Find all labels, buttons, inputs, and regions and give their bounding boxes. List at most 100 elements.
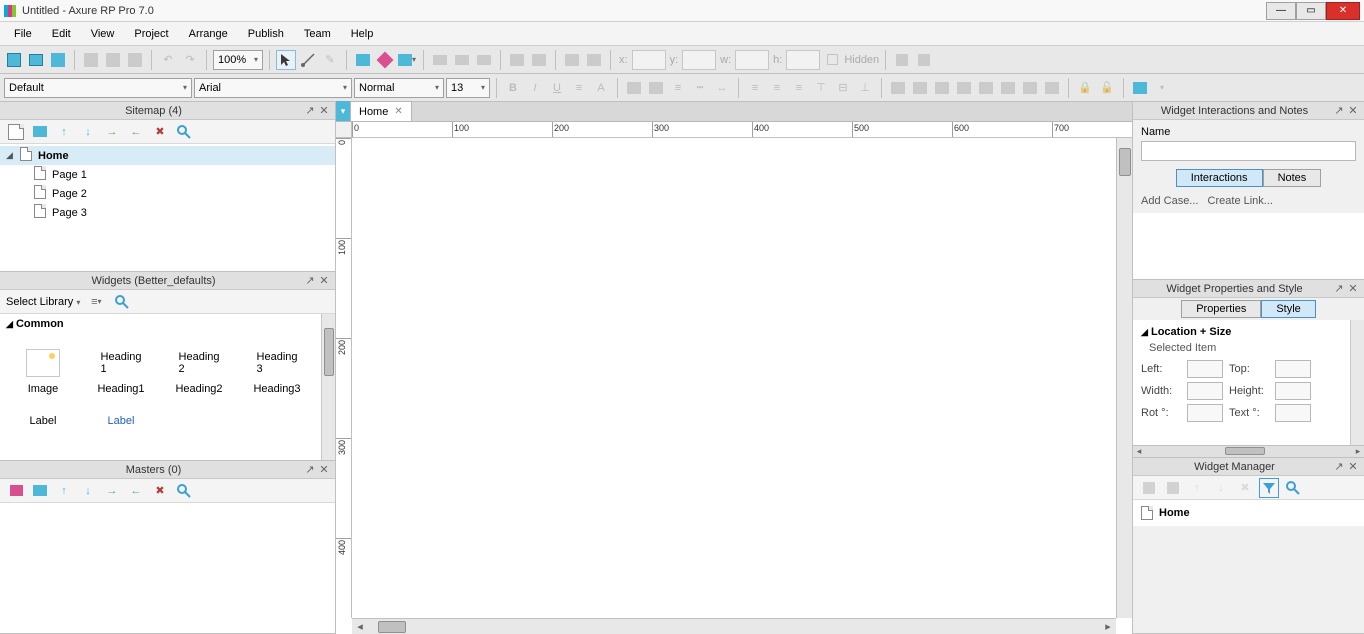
pen-icon[interactable]: ✎ xyxy=(320,50,340,70)
copy-icon[interactable] xyxy=(103,50,123,70)
sitemap-close-icon[interactable]: ✕ xyxy=(317,104,331,117)
unlock2-icon[interactable]: 🔓 xyxy=(1097,78,1117,98)
create-link-link[interactable]: Create Link... xyxy=(1208,195,1273,207)
tab-list-icon[interactable]: ▾ xyxy=(336,101,350,121)
fill-icon[interactable] xyxy=(624,78,644,98)
fontsize-dropdown[interactable]: 13▾ xyxy=(446,78,490,98)
cut-icon[interactable] xyxy=(81,50,101,70)
move-down-icon[interactable]: ↓ xyxy=(78,122,98,142)
preview-icon[interactable] xyxy=(353,50,373,70)
wm-down-icon[interactable]: ↓ xyxy=(1211,478,1231,498)
widget-name-input[interactable] xyxy=(1141,141,1356,161)
menu-help[interactable]: Help xyxy=(341,25,384,43)
share-icon[interactable]: ▾ xyxy=(397,50,417,70)
widgets-popout-icon[interactable]: ↗ xyxy=(303,274,317,287)
master-left-icon[interactable]: ← xyxy=(126,481,146,501)
wm-popout-icon[interactable]: ↗ xyxy=(1332,460,1346,473)
lock-icon[interactable] xyxy=(892,50,912,70)
align-l-icon[interactable] xyxy=(998,78,1018,98)
add-case-link[interactable]: Add Case... xyxy=(1141,195,1198,207)
front-icon[interactable] xyxy=(562,50,582,70)
canvas[interactable] xyxy=(352,138,1116,618)
masters-close-icon[interactable]: ✕ xyxy=(317,463,331,476)
open-icon[interactable] xyxy=(26,50,46,70)
widget-label1[interactable]: Label xyxy=(4,406,82,436)
add-page-icon[interactable] xyxy=(6,122,26,142)
master-delete-icon[interactable]: ✖ xyxy=(150,481,170,501)
rot-input[interactable] xyxy=(1187,404,1223,422)
style-dropdown[interactable]: Default▾ xyxy=(4,78,192,98)
widget-heading2[interactable]: Heading 2 Heading2 xyxy=(160,338,238,406)
text-align-center-icon[interactable]: ≡ xyxy=(767,78,787,98)
top-input[interactable] xyxy=(1275,360,1311,378)
horizontal-scrollbar[interactable]: ◂ ▸ xyxy=(352,618,1116,634)
align-t-icon[interactable] xyxy=(932,78,952,98)
valign-bot-icon[interactable]: ⊥ xyxy=(855,78,875,98)
valign-top-icon[interactable]: ⊤ xyxy=(811,78,831,98)
dist-h-icon[interactable] xyxy=(888,78,908,98)
minimize-button[interactable]: — xyxy=(1266,2,1296,20)
select-library-dropdown[interactable]: Select Library ▾ xyxy=(6,296,80,308)
close-button[interactable]: ✕ xyxy=(1326,2,1360,20)
connector-icon[interactable] xyxy=(298,50,318,70)
add-master-folder-icon[interactable] xyxy=(30,481,50,501)
valign-mid-icon[interactable]: ⊟ xyxy=(833,78,853,98)
width-input[interactable] xyxy=(1187,382,1223,400)
tab-notes[interactable]: Notes xyxy=(1263,169,1322,187)
linestyle-icon[interactable]: ┅ xyxy=(690,78,710,98)
lock2-icon[interactable]: 🔒 xyxy=(1075,78,1095,98)
vertical-scrollbar[interactable] xyxy=(1116,138,1132,618)
sitemap-item-page3[interactable]: Page 3 xyxy=(0,203,335,222)
y-input[interactable] xyxy=(682,50,716,70)
widget-label2[interactable]: Label xyxy=(82,406,160,436)
save-icon[interactable] xyxy=(48,50,68,70)
widget-heading3[interactable]: Heading 3 Heading3 xyxy=(238,338,316,406)
align-b-icon[interactable] xyxy=(976,78,996,98)
align-right-icon[interactable] xyxy=(474,50,494,70)
sitemap-item-page1[interactable]: Page 1 xyxy=(0,165,335,184)
masters-popout-icon[interactable]: ↗ xyxy=(303,463,317,476)
sitemap-item-home[interactable]: ◢ Home xyxy=(0,146,335,165)
master-down-icon[interactable]: ↓ xyxy=(78,481,98,501)
back-icon[interactable] xyxy=(584,50,604,70)
wm-tool1-icon[interactable] xyxy=(1139,478,1159,498)
arrow-icon[interactable]: ↔ xyxy=(712,78,732,98)
masters-search-icon[interactable] xyxy=(174,481,194,501)
unlock-icon[interactable] xyxy=(914,50,934,70)
ruler-horizontal[interactable]: 0100200300400500600700 xyxy=(352,122,1132,138)
align-center-icon[interactable] xyxy=(452,50,472,70)
master-right-icon[interactable]: → xyxy=(102,481,122,501)
group-icon[interactable] xyxy=(507,50,527,70)
properties-popout-icon[interactable]: ↗ xyxy=(1332,282,1346,295)
wm-search-icon[interactable] xyxy=(1283,478,1303,498)
text-align-left-icon[interactable]: ≡ xyxy=(745,78,765,98)
w-input[interactable] xyxy=(735,50,769,70)
height-input[interactable] xyxy=(1275,382,1311,400)
widget-view-icon[interactable]: ≡▾ xyxy=(86,292,106,312)
ungroup-icon[interactable] xyxy=(529,50,549,70)
select-mode-icon[interactable] xyxy=(276,50,296,70)
sitemap-search-icon[interactable] xyxy=(174,122,194,142)
widget-image[interactable]: Image xyxy=(4,338,82,406)
x-input[interactable] xyxy=(632,50,666,70)
menu-arrange[interactable]: Arrange xyxy=(179,25,238,43)
move-up-icon[interactable]: ↑ xyxy=(54,122,74,142)
new-icon[interactable] xyxy=(4,50,24,70)
interactions-popout-icon[interactable]: ↗ xyxy=(1332,104,1346,117)
hidden-checkbox[interactable] xyxy=(822,50,842,70)
sitemap-popout-icon[interactable]: ↗ xyxy=(303,104,317,117)
footnote-opts-icon[interactable]: ▾ xyxy=(1152,78,1172,98)
tab-close-icon[interactable]: ✕ xyxy=(394,106,402,117)
properties-scrollbar[interactable] xyxy=(1350,320,1364,445)
widgets-search-icon[interactable] xyxy=(112,292,132,312)
widget-heading1[interactable]: Heading 1 Heading1 xyxy=(82,338,160,406)
font-dropdown[interactable]: Arial▾ xyxy=(194,78,352,98)
properties-h-scrollbar[interactable]: ◂▸ xyxy=(1133,445,1364,457)
dist-v-icon[interactable] xyxy=(910,78,930,98)
menu-edit[interactable]: Edit xyxy=(42,25,81,43)
menu-project[interactable]: Project xyxy=(124,25,178,43)
location-size-section[interactable]: ◢ Location + Size xyxy=(1141,324,1356,340)
maximize-button[interactable]: ▭ xyxy=(1296,2,1326,20)
paste-icon[interactable] xyxy=(125,50,145,70)
text-align-right-icon[interactable]: ≡ xyxy=(789,78,809,98)
